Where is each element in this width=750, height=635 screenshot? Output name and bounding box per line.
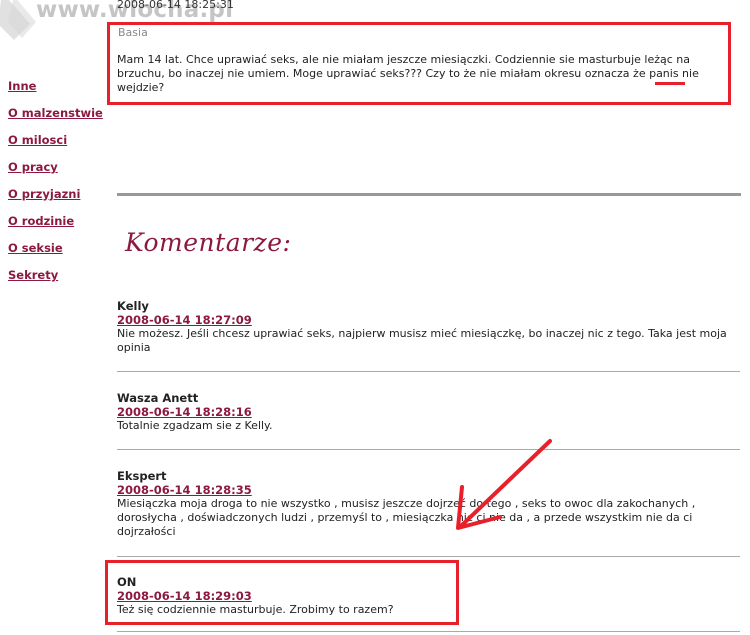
sidebar-item-o-milosci[interactable]: O milosci — [8, 133, 103, 160]
highlight-box-post — [107, 22, 731, 105]
comment-item: Kelly 2008-06-14 18:27:09 Nie możesz. Je… — [117, 299, 742, 355]
sidebar-item-sekrety[interactable]: Sekrety — [8, 268, 103, 295]
highlight-underline — [655, 82, 685, 85]
comment-text: Miesiączka moja droga to nie wszystko , … — [117, 497, 696, 538]
comment-text: Totalnie zgadzam sie z Kelly. — [117, 419, 273, 432]
comment-separator — [117, 371, 740, 372]
post-date: 2008-06-14 18:25:31 — [117, 0, 234, 11]
red-arrow-icon — [456, 439, 552, 530]
comment-author: Wasza Anett — [117, 391, 199, 405]
comments-title: Komentarze: — [125, 228, 292, 257]
comment-author: Kelly — [117, 299, 149, 313]
sidebar-item-o-malzenstwie[interactable]: O malzenstwie — [8, 106, 103, 133]
highlight-box-comment — [105, 560, 459, 625]
comment-date-link[interactable]: 2008-06-14 18:27:09 — [117, 313, 742, 327]
comment-separator — [117, 449, 740, 450]
comment-item: Ekspert 2008-06-14 18:28:35 Miesiączka m… — [117, 469, 742, 539]
post-separator — [117, 193, 741, 196]
heart-logo-icon — [0, 0, 36, 40]
comment-separator — [117, 556, 740, 557]
sidebar-item-o-pracy[interactable]: O pracy — [8, 160, 103, 187]
sidebar: Inne O malzenstwie O milosci O pracy O p… — [8, 79, 103, 295]
comment-author: Ekspert — [117, 469, 167, 483]
sidebar-item-o-przyjazni[interactable]: O przyjazni — [8, 187, 103, 214]
comment-separator — [117, 631, 740, 632]
comment-date-link[interactable]: 2008-06-14 18:28:16 — [117, 405, 742, 419]
comment-date-link[interactable]: 2008-06-14 18:28:35 — [117, 483, 742, 497]
sidebar-item-o-rodzinie[interactable]: O rodzinie — [8, 214, 103, 241]
sidebar-item-inne[interactable]: Inne — [8, 79, 103, 106]
comment-item: Wasza Anett 2008-06-14 18:28:16 Totalnie… — [117, 391, 742, 433]
sidebar-item-o-seksie[interactable]: O seksie — [8, 241, 103, 268]
comment-text: Nie możesz. Jeśli chcesz uprawiać seks, … — [117, 327, 727, 354]
